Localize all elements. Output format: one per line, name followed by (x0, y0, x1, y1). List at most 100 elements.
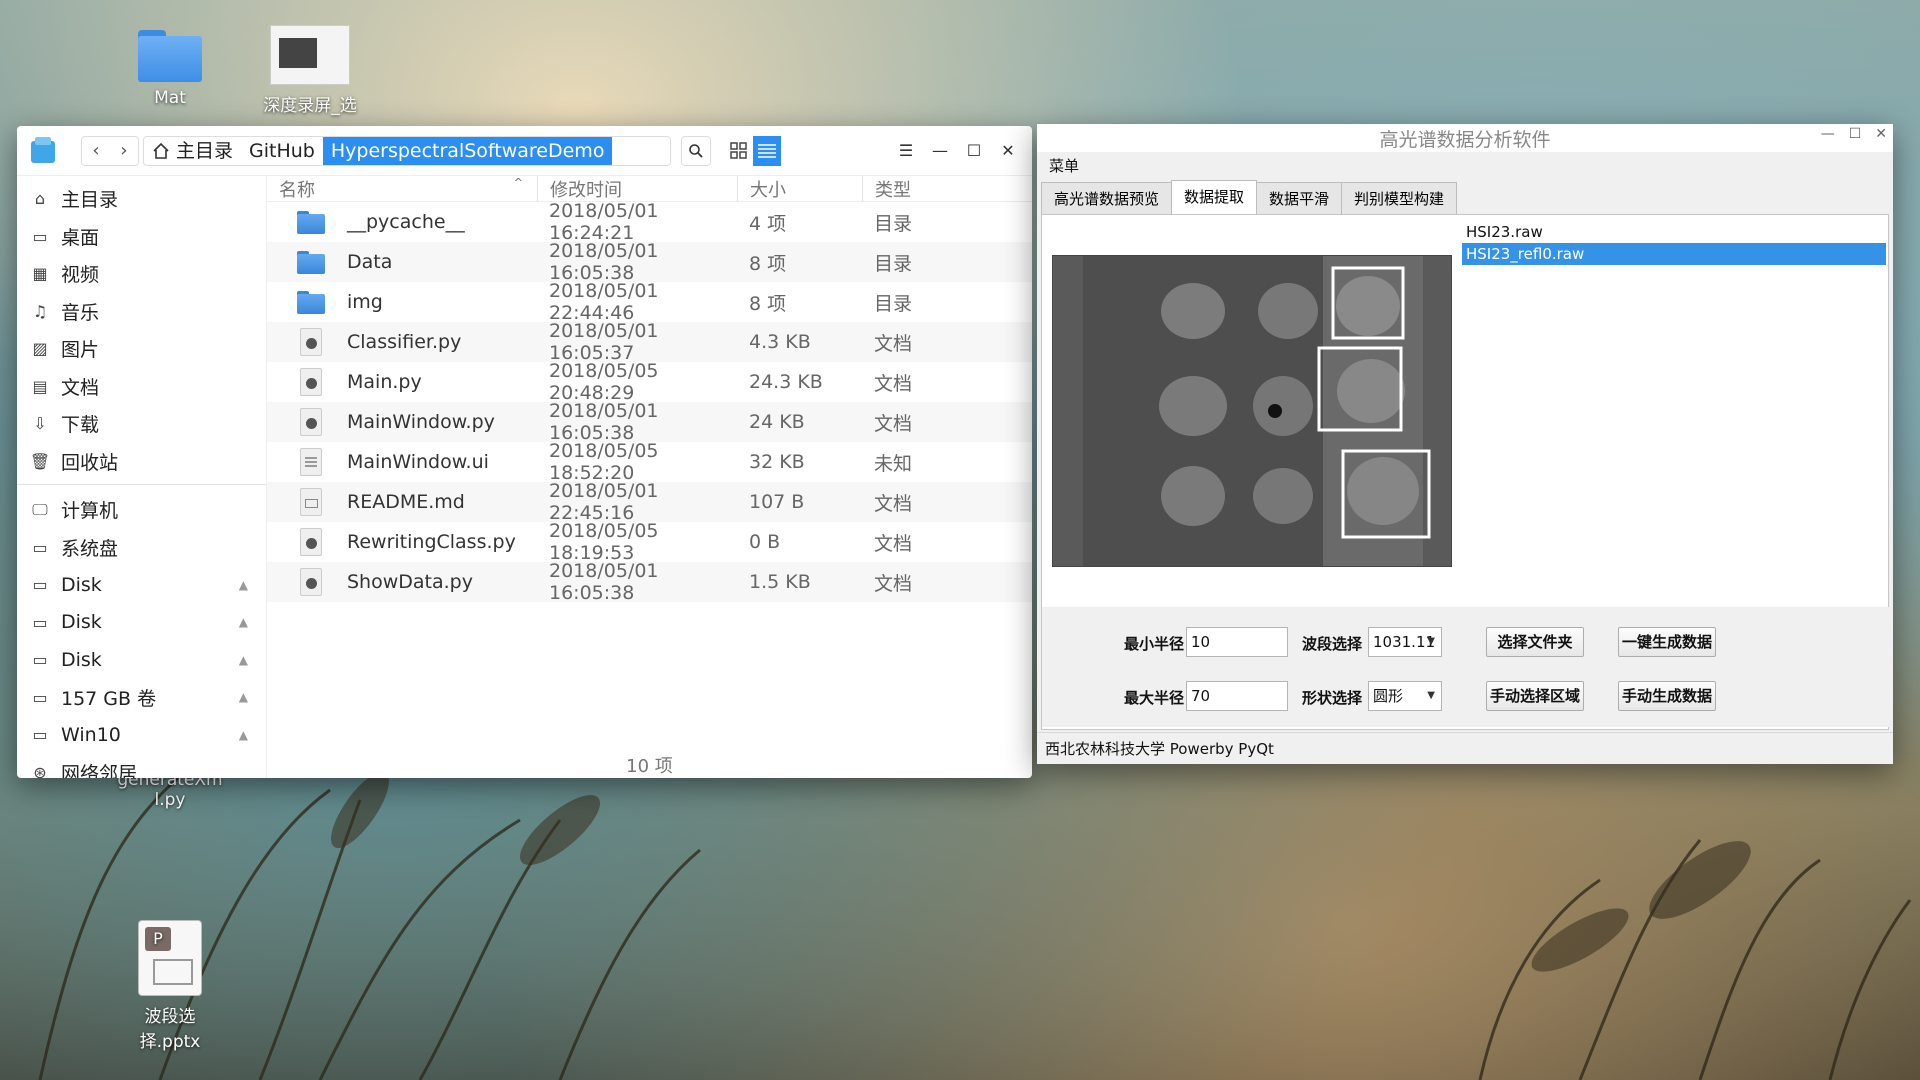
file-size-cell: 0 B (749, 531, 781, 553)
minimize-icon[interactable]: — (1821, 126, 1835, 142)
sidebar-item-documents[interactable]: ▤ 文档 (17, 368, 266, 406)
file-type-cell: 文档 (874, 492, 913, 515)
file-time-cell: 2018/05/01 16:05:38 (549, 240, 659, 284)
sidebar-item-desktop[interactable]: ▭ 桌面 (17, 218, 266, 256)
sidebar-item-disk[interactable]: ▭ Disk ▲ (17, 604, 266, 642)
shape-select-dropdown[interactable]: 圆形 (1368, 681, 1442, 711)
forward-button[interactable]: › (110, 137, 138, 165)
file-name-cell: __pycache__ (267, 208, 537, 236)
min-radius-input[interactable]: 10 (1186, 627, 1288, 657)
eject-icon[interactable]: ▲ (239, 615, 248, 629)
file-time-cell: 2018/05/01 16:24:21 (549, 200, 659, 244)
desktop-icon-screenshot[interactable]: 深度录屏_选 (255, 25, 365, 116)
sidebar-item-downloads[interactable]: ⇩ 下载 (17, 405, 266, 443)
search-button[interactable] (681, 135, 711, 166)
band-select-dropdown[interactable]: 1031.11 (1368, 627, 1442, 657)
file-name-cell: MainWindow.ui (267, 448, 537, 476)
drive-icon: ▭ (32, 575, 48, 595)
table-row[interactable]: MainWindow.py 2018/05/01 16:05:38 24 KB 文档 (267, 400, 1032, 444)
table-row[interactable]: Main.py 2018/05/05 20:48:29 24.3 KB 文档 (267, 360, 1032, 404)
menu-item[interactable]: 菜单 (1049, 157, 1079, 175)
close-button[interactable]: ✕ (996, 139, 1020, 163)
choose-folder-button[interactable]: 选择文件夹 (1486, 627, 1584, 657)
file-manager-titlebar: ‹ › 主目录 GitHub HyperspectralSoftwareDemo… (17, 126, 1032, 176)
file-type-cell: 文档 (874, 332, 913, 355)
eject-icon[interactable]: ▲ (239, 690, 248, 704)
breadcrumb-current[interactable]: HyperspectralSoftwareDemo (322, 136, 613, 165)
file-type-cell: 文档 (874, 412, 913, 435)
manual-select-region-button[interactable]: 手动选择区域 (1486, 681, 1584, 711)
column-header-time[interactable]: 修改时间 (537, 175, 737, 202)
sidebar-item-system-disk[interactable]: ▭ 系统盘 (17, 529, 266, 567)
max-radius-input[interactable]: 70 (1186, 681, 1288, 711)
sidebar-item-label: 主目录 (61, 189, 119, 212)
file-size-cell: 107 B (749, 491, 805, 513)
sidebar-item-win10[interactable]: ▭ Win10 ▲ (17, 716, 266, 754)
file-name: ShowData.py (347, 571, 473, 593)
sidebar-item-pictures[interactable]: ▨ 图片 (17, 330, 266, 368)
sidebar-item-label: 下载 (61, 414, 100, 437)
manual-generate-button[interactable]: 手动生成数据 (1618, 681, 1716, 711)
table-row[interactable]: ShowData.py 2018/05/01 16:05:38 1.5 KB 文档 (267, 560, 1032, 604)
minimize-button[interactable]: — (928, 139, 952, 163)
file-name-cell: README.md (267, 488, 537, 516)
sidebar-item-music[interactable]: ♫ 音乐 (17, 293, 266, 331)
maximize-icon[interactable]: ☐ (1849, 126, 1862, 142)
sidebar-item-computer[interactable]: 🖵 计算机 (17, 491, 266, 529)
desktop-icon: ▭ (32, 226, 48, 246)
markdown-file-icon (300, 488, 322, 516)
hyperspectral-image-canvas[interactable] (1052, 255, 1452, 567)
maximize-button[interactable]: ☐ (962, 139, 986, 163)
file-type-cell: 文档 (874, 532, 913, 555)
column-header-size[interactable]: 大小 (737, 175, 862, 202)
table-row[interactable]: img 2018/05/01 22:44:46 8 项 目录 (267, 280, 1032, 324)
list-view-button[interactable] (753, 135, 781, 166)
tab-preview[interactable]: 高光谱数据预览 (1041, 182, 1173, 214)
eject-icon[interactable]: ▲ (239, 653, 248, 667)
sidebar-item-disk[interactable]: ▭ Disk ▲ (17, 566, 266, 604)
desktop-icon-mat[interactable]: Mat (115, 30, 225, 108)
tab-data-smoothing[interactable]: 数据平滑 (1256, 182, 1343, 214)
list-item[interactable]: HSI23.raw (1462, 221, 1886, 243)
file-type-cell: 目录 (874, 212, 913, 235)
tab-panel: HSI23.raw HSI23_refl0.raw 最小半径 10 最大半径 7… (1041, 214, 1890, 730)
breadcrumb-github[interactable]: GitHub (241, 137, 323, 165)
one-click-generate-button[interactable]: 一键生成数据 (1618, 627, 1716, 657)
file-size-cell: 32 KB (749, 451, 805, 473)
table-row[interactable]: RewritingClass.py 2018/05/05 18:19:53 0 B 文… (267, 520, 1032, 564)
menu-button[interactable]: ☰ (894, 139, 918, 163)
column-header-name[interactable]: 名称 ^ (267, 176, 537, 202)
table-row[interactable]: Data 2018/05/01 16:05:38 8 项 目录 (267, 240, 1032, 284)
file-time-cell: 2018/05/05 18:19:53 (549, 520, 659, 564)
sidebar-item-label: 系统盘 (61, 537, 119, 560)
breadcrumb-home[interactable]: 主目录 (144, 137, 241, 165)
icon-view-button[interactable] (725, 136, 753, 166)
band-select-label: 波段选择 (1302, 635, 1363, 653)
file-list: 名称 ^ 修改时间 大小 类型 __pycache__ 2018/05/01 16:… (267, 175, 1032, 778)
table-row[interactable]: Classifier.py 2018/05/01 16:05:37 4.3 KB 文档 (267, 320, 1032, 364)
close-icon[interactable]: ✕ (1875, 126, 1887, 142)
sidebar-item-trash[interactable]: 🗑 回收站 (17, 443, 266, 481)
sidebar-item-network[interactable]: ⊛ 网络邻居 (17, 754, 266, 778)
sidebar-item-home[interactable]: ⌂ 主目录 (17, 180, 266, 218)
table-row[interactable]: MainWindow.ui 2018/05/05 18:52:20 32 KB 未知 (267, 440, 1032, 484)
eject-icon[interactable]: ▲ (239, 728, 248, 742)
sidebar-item-label: 回收站 (61, 451, 119, 474)
eject-icon[interactable]: ▲ (239, 578, 248, 592)
sidebar-item-disk[interactable]: ▭ Disk ▲ (17, 641, 266, 679)
file-list-header: 名称 ^ 修改时间 大小 类型 (267, 175, 1032, 202)
list-item-selected[interactable]: HSI23_refl0.raw (1462, 243, 1886, 265)
file-time-cell: 2018/05/01 16:05:38 (549, 400, 659, 444)
desktop-icon-pptx[interactable]: P 波段选择.pptx (115, 920, 225, 1052)
table-row[interactable]: __pycache__ 2018/05/01 16:24:21 4 项 目录 (267, 200, 1032, 244)
table-row[interactable]: README.md 2018/05/01 22:45:16 107 B 文档 (267, 480, 1032, 524)
column-header-type[interactable]: 类型 (862, 175, 992, 202)
back-button[interactable]: ‹ (82, 137, 110, 165)
file-name: __pycache__ (347, 211, 465, 233)
sidebar-item-volume[interactable]: ▭ 157 GB 卷 ▲ (17, 679, 266, 717)
sidebar-item-label: 视频 (61, 264, 100, 287)
sidebar-item-videos[interactable]: ▦ 视频 (17, 255, 266, 293)
sidebar-item-label: Disk (61, 611, 102, 634)
tab-data-extraction[interactable]: 数据提取 (1171, 180, 1258, 214)
tab-model-building[interactable]: 判别模型构建 (1341, 182, 1458, 214)
